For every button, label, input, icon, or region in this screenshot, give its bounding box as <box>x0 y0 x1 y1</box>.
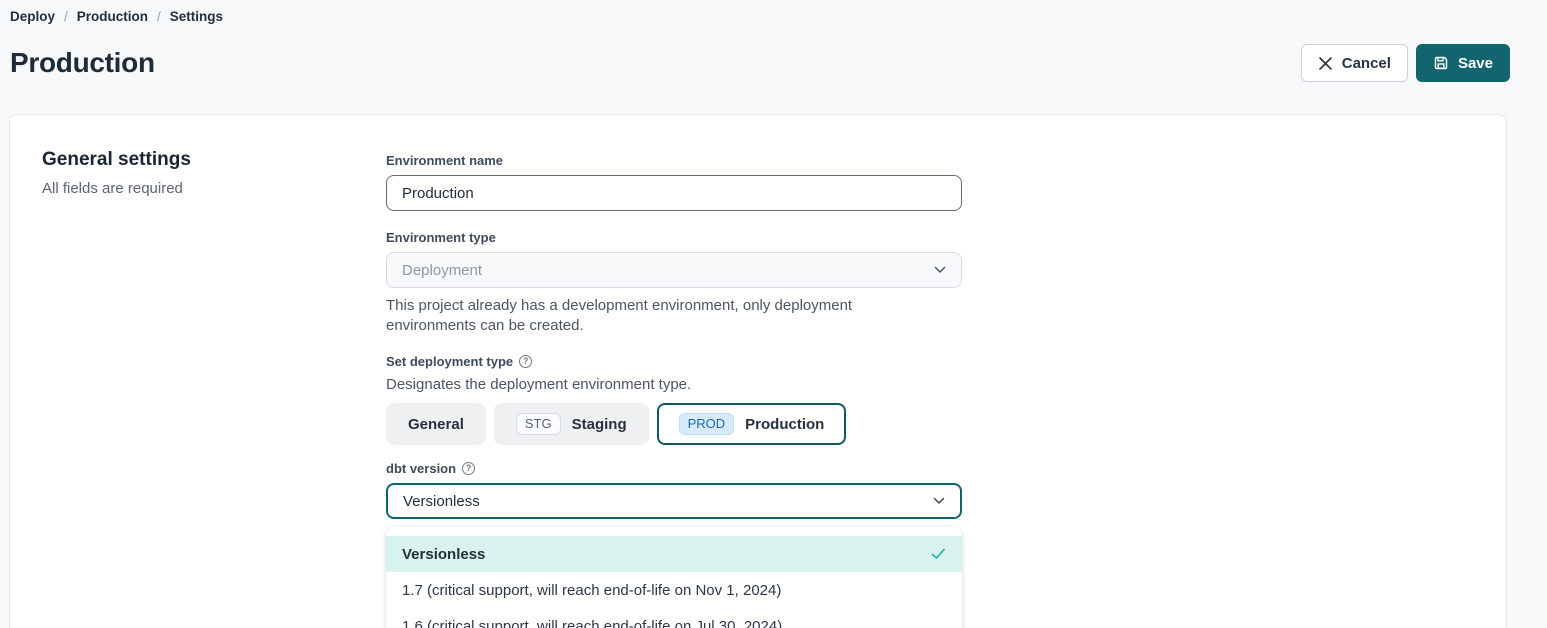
environment-type-select[interactable]: Deployment <box>386 252 962 288</box>
dbt-version-option-1-6[interactable]: 1.6 (critical support, will reach end-of… <box>386 608 962 628</box>
cancel-button-label: Cancel <box>1342 55 1391 72</box>
dbt-version-dropdown-menu: Versionless 1.7 (critical support, will … <box>386 527 962 628</box>
deployment-type-general-button[interactable]: General <box>386 403 486 445</box>
option-label: 1.6 (critical support, will reach end-of… <box>402 618 782 628</box>
dbt-version-option-1-7[interactable]: 1.7 (critical support, will reach end-of… <box>386 572 962 608</box>
breadcrumb-separator: / <box>64 9 68 24</box>
chevron-down-icon <box>933 497 945 505</box>
deployment-type-label: Set deployment type <box>386 354 513 369</box>
option-label: 1.7 (critical support, will reach end-of… <box>402 582 781 599</box>
breadcrumb-separator: / <box>157 9 161 24</box>
breadcrumb-settings[interactable]: Settings <box>170 9 223 24</box>
deployment-type-label-row: Set deployment type ? <box>386 354 962 369</box>
section-title: General settings <box>42 149 342 171</box>
settings-form: Environment name Environment type Deploy… <box>386 153 962 628</box>
deployment-type-description: Designates the deployment environment ty… <box>386 376 962 393</box>
help-icon[interactable]: ? <box>462 462 475 475</box>
chevron-down-icon <box>934 266 946 274</box>
close-icon <box>1318 56 1333 71</box>
deployment-type-staging-button[interactable]: STG Staging <box>494 403 649 445</box>
save-icon <box>1433 55 1449 71</box>
deployment-type-production-button[interactable]: PROD Production <box>657 403 847 445</box>
save-button[interactable]: Save <box>1416 44 1510 82</box>
option-label: Versionless <box>402 546 485 563</box>
breadcrumb-deploy[interactable]: Deploy <box>10 9 55 24</box>
deployment-type-production-label: Production <box>745 416 824 433</box>
help-icon[interactable]: ? <box>519 355 532 368</box>
deployment-type-staging-label: Staging <box>572 416 627 433</box>
save-button-label: Save <box>1458 55 1493 72</box>
staging-badge: STG <box>516 413 561 435</box>
environment-type-helper: This project already has a development e… <box>386 296 946 336</box>
section-info: General settings All fields are required <box>42 149 342 197</box>
breadcrumb: Deploy / Production / Settings <box>10 9 223 24</box>
header-actions: Cancel Save <box>1301 44 1510 82</box>
dbt-version-option-versionless[interactable]: Versionless <box>386 536 962 572</box>
environment-type-label: Environment type <box>386 230 962 245</box>
section-subtitle: All fields are required <box>42 180 342 197</box>
environment-type-value: Deployment <box>402 262 482 279</box>
dbt-version-value: Versionless <box>403 493 480 510</box>
dbt-version-label-row: dbt version ? <box>386 461 962 476</box>
prod-badge: PROD <box>679 413 735 435</box>
environment-name-input[interactable] <box>386 175 962 211</box>
check-icon <box>931 548 946 560</box>
dbt-version-select[interactable]: Versionless <box>386 483 962 519</box>
page-title: Production <box>10 47 155 79</box>
deployment-type-options: General STG Staging PROD Production <box>386 403 962 445</box>
cancel-button[interactable]: Cancel <box>1301 44 1408 82</box>
dbt-version-label: dbt version <box>386 461 456 476</box>
breadcrumb-production[interactable]: Production <box>77 9 148 24</box>
environment-name-label: Environment name <box>386 153 962 168</box>
deployment-type-general-label: General <box>408 416 464 433</box>
general-settings-card: General settings All fields are required… <box>9 114 1507 628</box>
